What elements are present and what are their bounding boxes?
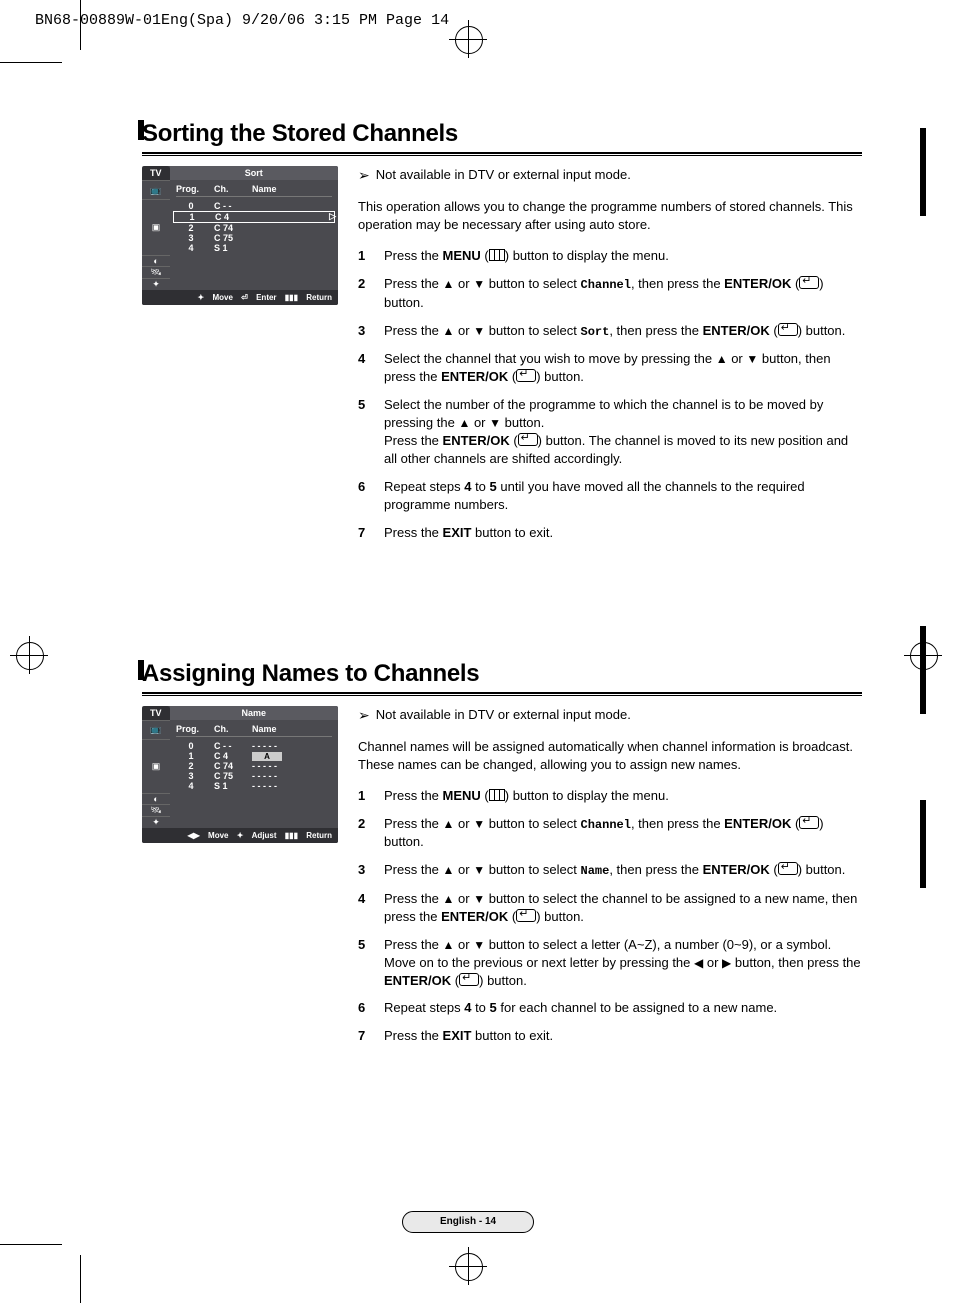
section-title: Assigning Names to Channels	[142, 660, 862, 688]
divider	[142, 152, 862, 156]
osd-row: 2C 74- - - - -	[176, 761, 332, 771]
osd-tab: TV	[142, 706, 170, 720]
osd-title: Name	[170, 706, 338, 720]
menu-icon	[489, 789, 505, 801]
osd-row: 3C 75- - - - -	[176, 771, 332, 781]
note: ➢Not available in DTV or external input …	[358, 166, 862, 185]
registration-mark-icon	[455, 1253, 483, 1281]
crop-mark-icon	[80, 1255, 81, 1303]
osd-tab: TV	[142, 166, 170, 180]
osd-channel-icon: 🛰	[142, 266, 170, 278]
step: 7Press the EXIT button to exit.	[358, 1027, 862, 1045]
title-accent-icon	[138, 660, 144, 680]
enter-icon	[778, 862, 798, 875]
enter-icon	[516, 909, 536, 922]
osd-row: 4S 1- - - - -	[176, 781, 332, 791]
osd-input-icon: 📺	[142, 720, 170, 739]
edge-mark-icon	[920, 626, 926, 714]
osd-sound-icon: ◐	[142, 793, 170, 804]
osd-footer: ◀▶ Move ✦ Adjust ▮▮▮ Return	[142, 828, 338, 843]
osd-footer: ✦ Move ⏎ Enter ▮▮▮ Return	[142, 290, 338, 305]
crop-mark-icon	[0, 62, 62, 63]
steps-list: 1Press the MENU () button to display the…	[358, 247, 862, 541]
steps-list: 1Press the MENU () button to display the…	[358, 787, 862, 1046]
osd-row: 0C - -- - - - -	[176, 741, 332, 751]
osd-headers: Prog. Ch. Name	[176, 722, 332, 737]
step: 3Press the ▲ or ▼ button to select Sort,…	[358, 322, 862, 341]
crop-mark-icon	[80, 0, 81, 50]
osd-headers: Prog. Ch. Name	[176, 182, 332, 197]
edge-mark-icon	[920, 128, 926, 216]
note: ➢Not available in DTV or external input …	[358, 706, 862, 725]
enter-icon	[799, 816, 819, 829]
crop-mark-icon	[0, 1244, 62, 1245]
step: 4Select the channel that you wish to mov…	[358, 350, 862, 386]
intro-text: Channel names will be assigned automatic…	[358, 738, 862, 774]
osd-picture-icon: ▣	[142, 739, 170, 793]
osd-picture-icon: ▣	[142, 199, 170, 255]
step: 2Press the ▲ or ▼ button to select Chann…	[358, 815, 862, 851]
registration-mark-icon	[16, 642, 44, 670]
osd-setup-icon: ✦	[142, 278, 170, 290]
registration-mark-icon	[455, 26, 483, 54]
osd-input-icon: 📺	[142, 180, 170, 199]
osd-screenshot: TV Sort 📺 Prog. Ch. Name	[142, 166, 338, 552]
step: 7Press the EXIT button to exit.	[358, 524, 862, 542]
osd-row: 2C 74	[176, 223, 332, 233]
step: 6Repeat steps 4 to 5 until you have move…	[358, 478, 862, 514]
osd-row: 3C 75	[176, 233, 332, 243]
osd-row: 0C - -	[176, 201, 332, 211]
chevron-right-icon: ➢	[358, 706, 370, 725]
enter-icon	[518, 433, 538, 446]
osd-sound-icon: ◐	[142, 255, 170, 266]
page-footer: English - 14	[402, 1211, 534, 1233]
osd-screenshot: TV Name 📺 Prog. Ch. Name	[142, 706, 338, 1056]
step: 1Press the MENU () button to display the…	[358, 787, 862, 805]
enter-icon	[516, 369, 536, 382]
chevron-right-icon: ➢	[358, 166, 370, 185]
osd-setup-icon: ✦	[142, 816, 170, 828]
step: 5Select the number of the programme to w…	[358, 396, 862, 468]
osd-row: 1C 4A	[176, 751, 332, 761]
enter-icon	[459, 973, 479, 986]
edge-mark-icon	[920, 800, 926, 888]
step: 6Repeat steps 4 to 5 for each channel to…	[358, 999, 862, 1017]
step: 3Press the ▲ or ▼ button to select Name,…	[358, 861, 862, 880]
step: 4Press the ▲ or ▼ button to select the c…	[358, 890, 862, 926]
osd-channel-icon: 🛰	[142, 804, 170, 816]
step: 1Press the MENU () button to display the…	[358, 247, 862, 265]
step: 5Press the ▲ or ▼ button to select a let…	[358, 936, 862, 990]
menu-icon	[489, 249, 505, 261]
osd-row: 4S 1	[176, 243, 332, 253]
osd-row: 1C 4	[173, 211, 335, 223]
intro-text: This operation allows you to change the …	[358, 198, 862, 234]
step: 2Press the ▲ or ▼ button to select Chann…	[358, 275, 862, 311]
osd-title: Sort	[170, 166, 338, 180]
section-title: Sorting the Stored Channels	[142, 120, 862, 148]
enter-icon	[778, 323, 798, 336]
enter-icon	[799, 276, 819, 289]
divider	[142, 692, 862, 696]
print-header: BN68-00889W-01Eng(Spa) 9/20/06 3:15 PM P…	[35, 12, 449, 29]
title-accent-icon	[138, 120, 144, 140]
